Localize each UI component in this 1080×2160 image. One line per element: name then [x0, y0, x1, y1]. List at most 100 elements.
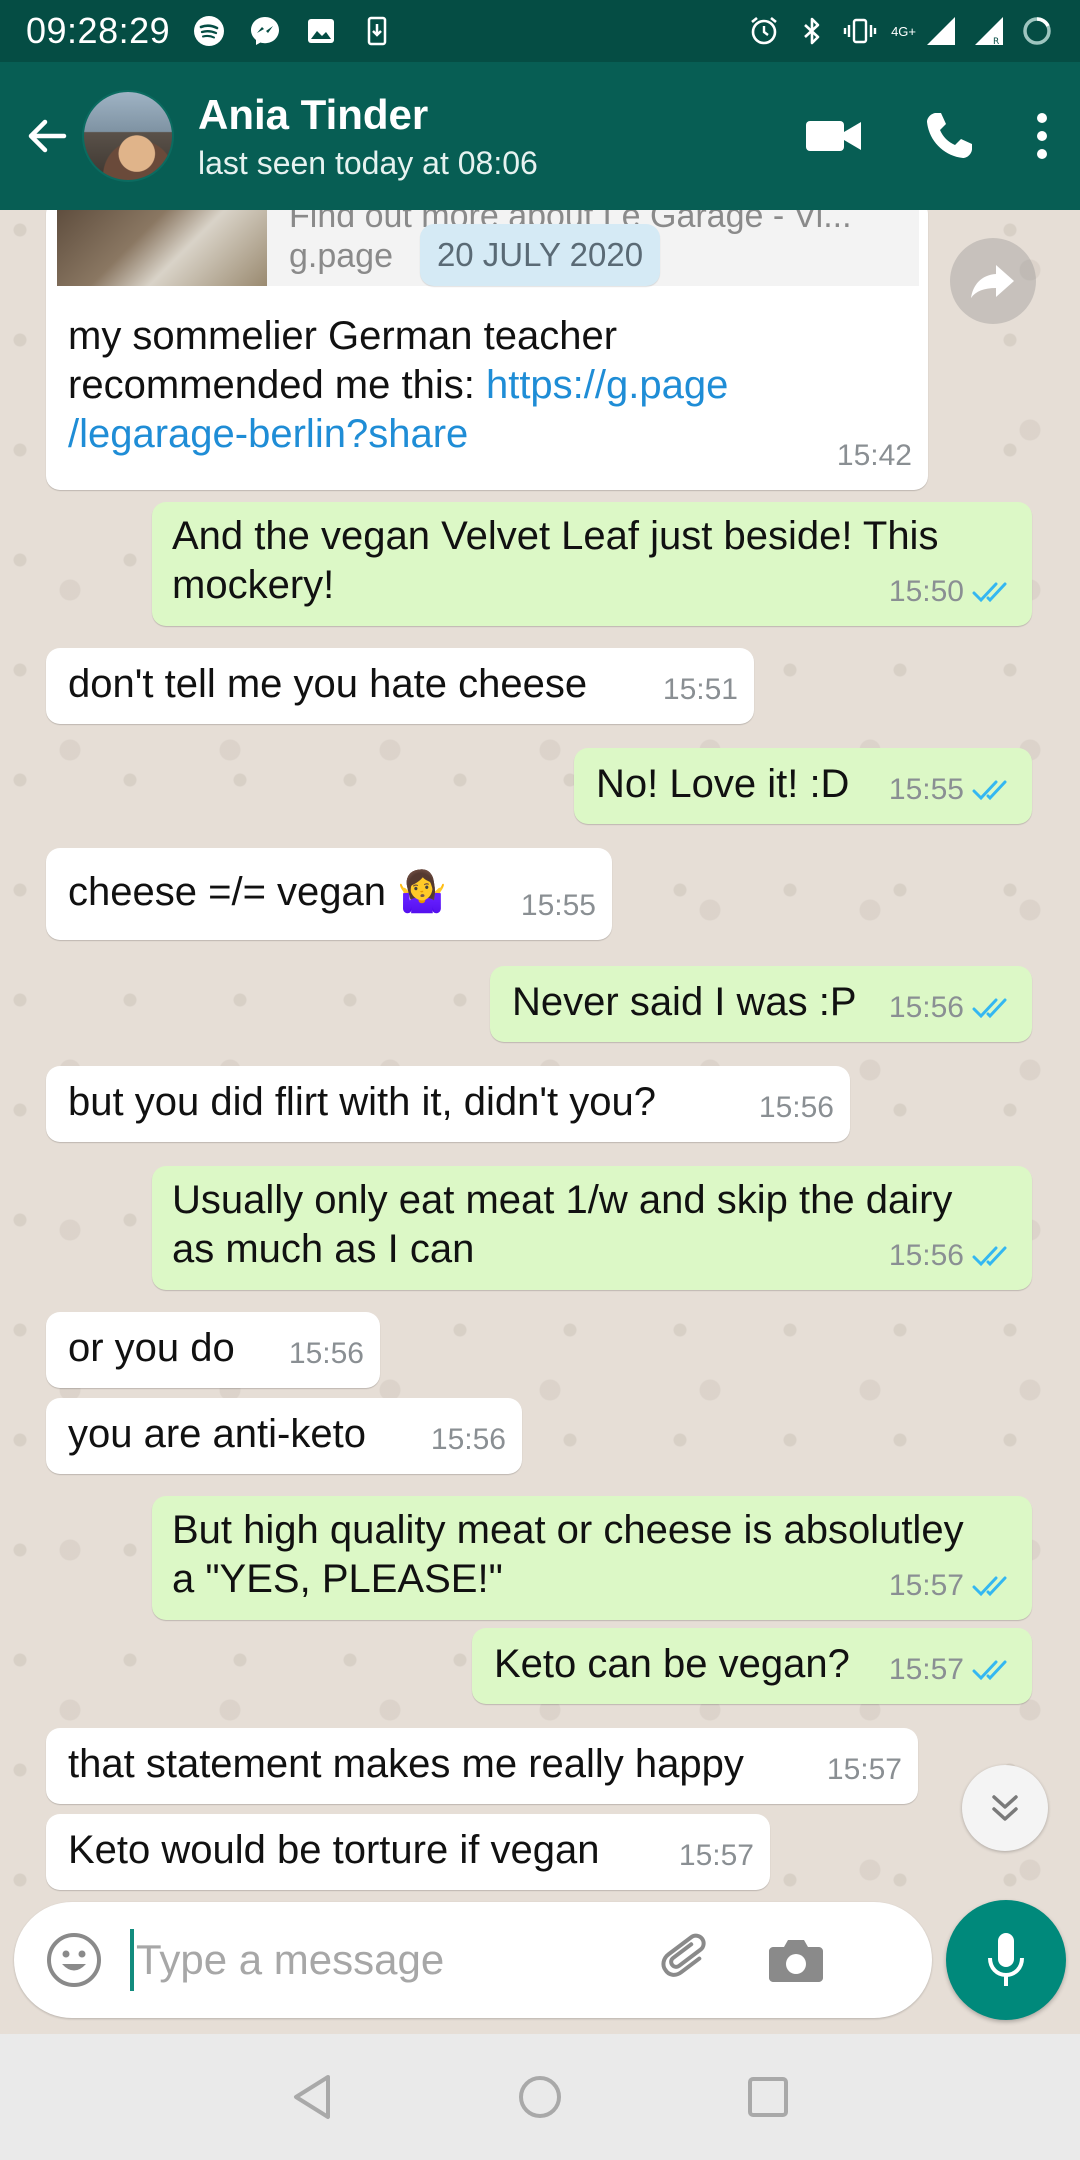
messenger-icon: [248, 14, 282, 48]
system-icons: 4G+ R: [747, 14, 1054, 48]
message-meta: 15:51: [663, 665, 738, 714]
link-preview-thumbnail: [57, 210, 267, 286]
message-time: 15:56: [288, 1337, 364, 1370]
message-incoming[interactable]: or you do 15:56: [46, 1312, 380, 1388]
message-meta: 15:50: [889, 567, 1016, 616]
circle-home-icon: [519, 2076, 561, 2118]
message-meta: 15:56: [759, 1083, 834, 1132]
contact-name: Ania Tinder: [198, 90, 429, 138]
read-receipt-icon: [972, 1660, 1007, 1680]
voice-message-button[interactable]: [946, 1900, 1066, 2020]
message-time: 15:57: [888, 1653, 964, 1686]
contact-info[interactable]: Ania Tinder last seen today at 08:06: [198, 91, 538, 182]
message-time: 15:42: [836, 439, 912, 472]
message-meta: 15:56: [889, 983, 1016, 1032]
message-outgoing[interactable]: Usually only eat meat 1/w and skip the d…: [152, 1166, 1032, 1290]
system-navigation-bar: [0, 2034, 1080, 2160]
message-time: 15:56: [758, 1091, 834, 1124]
chat-messages[interactable]: Find out more about Le Garage - Vi... g.…: [0, 210, 1080, 1900]
message-meta: 15:57: [679, 1831, 754, 1880]
message-meta: 15:55: [521, 881, 596, 930]
nav-back-button[interactable]: [282, 2067, 342, 2127]
nav-home-button[interactable]: [510, 2067, 570, 2127]
message-time: 15:57: [888, 1569, 964, 1602]
message-meta: 15:56: [889, 1231, 1016, 1280]
message-incoming[interactable]: Keto would be torture if vegan 15:57: [46, 1814, 770, 1890]
header-actions: [804, 109, 1050, 163]
double-chevron-down-icon: [992, 1795, 1018, 1821]
read-receipt-icon: [972, 582, 1007, 602]
message-incoming[interactable]: but you did flirt with it, didn't you? 1…: [46, 1066, 850, 1142]
message-text: And the vegan Velvet Leaf just beside! T…: [172, 514, 939, 607]
video-call-button[interactable]: [804, 116, 864, 156]
forward-icon: [971, 265, 1014, 298]
scroll-to-bottom-button[interactable]: [962, 1765, 1048, 1851]
message-outgoing[interactable]: But high quality meat or cheese is absol…: [152, 1496, 1032, 1620]
date-separator: 20 JULY 2020: [420, 224, 660, 286]
message-text: or you do: [68, 1326, 235, 1370]
message-time: 15:56: [888, 991, 964, 1024]
text-cursor: [130, 1929, 134, 1991]
paperclip-icon: [661, 1933, 706, 1977]
gallery-icon: [304, 14, 338, 48]
signal-roaming-icon: R: [972, 14, 1006, 48]
message-incoming[interactable]: that statement makes me really happy 15:…: [46, 1728, 918, 1804]
message-meta: 15:56: [289, 1329, 364, 1378]
more-options-button[interactable]: [1034, 111, 1050, 161]
chat-header: Ania Tinder last seen today at 08:06: [0, 62, 1080, 210]
message-incoming[interactable]: don't tell me you hate cheese 15:51: [46, 648, 754, 724]
message-meta: 15:57: [889, 1645, 1016, 1694]
svg-text:R: R: [993, 37, 999, 47]
camera-icon: [769, 1940, 823, 1982]
more-options-icon: [1037, 113, 1047, 159]
back-button[interactable]: [12, 91, 82, 181]
message-outgoing[interactable]: And the vegan Velvet Leaf just beside! T…: [152, 502, 1032, 626]
voice-call-button[interactable]: [922, 109, 976, 163]
message-text: Keto would be torture if vegan: [68, 1828, 600, 1872]
message-text: cheese =/= vegan 🤷‍♀️: [68, 870, 447, 914]
message-body: my sommelier German teacher recommended …: [68, 312, 848, 459]
message-time: 15:56: [430, 1423, 506, 1456]
network-type-label: 4G+: [891, 23, 916, 39]
message-text: No! Love it! :D: [596, 762, 850, 806]
message-meta: 15:57: [827, 1745, 902, 1794]
message-incoming[interactable]: you are anti-keto 15:56: [46, 1398, 522, 1474]
message-outgoing[interactable]: No! Love it! :D 15:55: [574, 748, 1032, 824]
nav-recents-button[interactable]: [738, 2067, 798, 2127]
message-text: you are anti-keto: [68, 1412, 366, 1456]
video-call-icon: [806, 121, 861, 151]
camera-button[interactable]: [764, 1928, 828, 1992]
message-time: 15:57: [826, 1753, 902, 1786]
message-time: 15:55: [888, 773, 964, 806]
message-text: Keto can be vegan?: [494, 1642, 850, 1686]
emoji-icon: [47, 1933, 101, 1987]
message-meta: 15:56: [431, 1415, 506, 1464]
status-time: 09:28:29: [26, 10, 171, 51]
spotify-icon: [192, 14, 226, 48]
message-composer: [14, 1902, 932, 2018]
forward-button[interactable]: [950, 238, 1036, 324]
message-text: Usually only eat meat 1/w and skip the d…: [172, 1178, 953, 1271]
contact-avatar[interactable]: [82, 90, 174, 182]
emoji-button[interactable]: [42, 1928, 106, 1992]
message-text: don't tell me you hate cheese: [68, 662, 588, 706]
message-incoming[interactable]: cheese =/= vegan 🤷‍♀️ 15:55: [46, 848, 612, 940]
message-time: 15:51: [662, 673, 738, 706]
battery-icon: [1020, 14, 1054, 48]
download-icon: [360, 14, 394, 48]
message-input[interactable]: [136, 1936, 656, 1984]
read-receipt-icon: [972, 780, 1007, 800]
microphone-icon: [988, 1933, 1024, 1986]
message-time: 15:55: [520, 889, 596, 922]
message-outgoing[interactable]: Keto can be vegan? 15:57: [472, 1628, 1032, 1704]
message-meta: 15:42: [837, 431, 912, 480]
attach-button[interactable]: [656, 1928, 720, 1992]
alarm-icon: [747, 14, 781, 48]
message-time: 15:56: [888, 1239, 964, 1272]
message-text: Never said I was :P: [512, 980, 857, 1024]
last-seen-status: last seen today at 08:06: [198, 144, 538, 181]
signal-icon: [924, 14, 958, 48]
status-bar: 09:28:29 4G+ R: [0, 0, 1080, 62]
bluetooth-icon: [795, 14, 829, 48]
message-outgoing[interactable]: Never said I was :P 15:56: [490, 966, 1032, 1042]
